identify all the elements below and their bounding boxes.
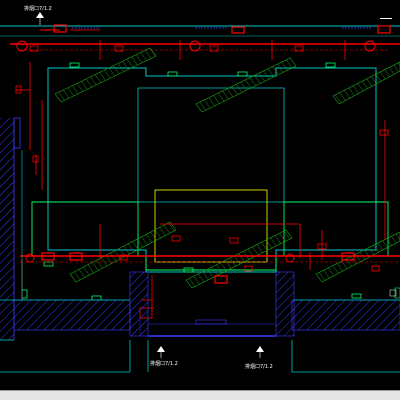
bottom-right-label: 排烟口7/1.2: [245, 363, 273, 370]
top-left-callout: 排烟口7/1.2: [24, 5, 52, 25]
top-duct-run: [10, 24, 400, 60]
bottom-left-label: 排烟口7/1.2: [150, 360, 178, 367]
cad-drawing-viewport[interactable]: 排烟口7/1.2 排烟口7/1.2 排烟口7/1.2: [0, 0, 400, 390]
top-boundary-lines: [0, 25, 400, 37]
diffuser-strips: [54, 47, 400, 289]
bottom-right-callout: 排烟口7/1.2: [245, 346, 273, 370]
bottom-left-callout: 排烟口7/1.2: [150, 346, 178, 367]
floor-plan-drawing: 排烟口7/1.2 排烟口7/1.2 排烟口7/1.2: [0, 5, 400, 373]
bottom-hatched-wall: [13, 271, 400, 337]
green-wall-outline: [31, 201, 389, 271]
status-bar: [0, 390, 400, 400]
top-left-label: 排烟口7/1.2: [24, 5, 52, 12]
